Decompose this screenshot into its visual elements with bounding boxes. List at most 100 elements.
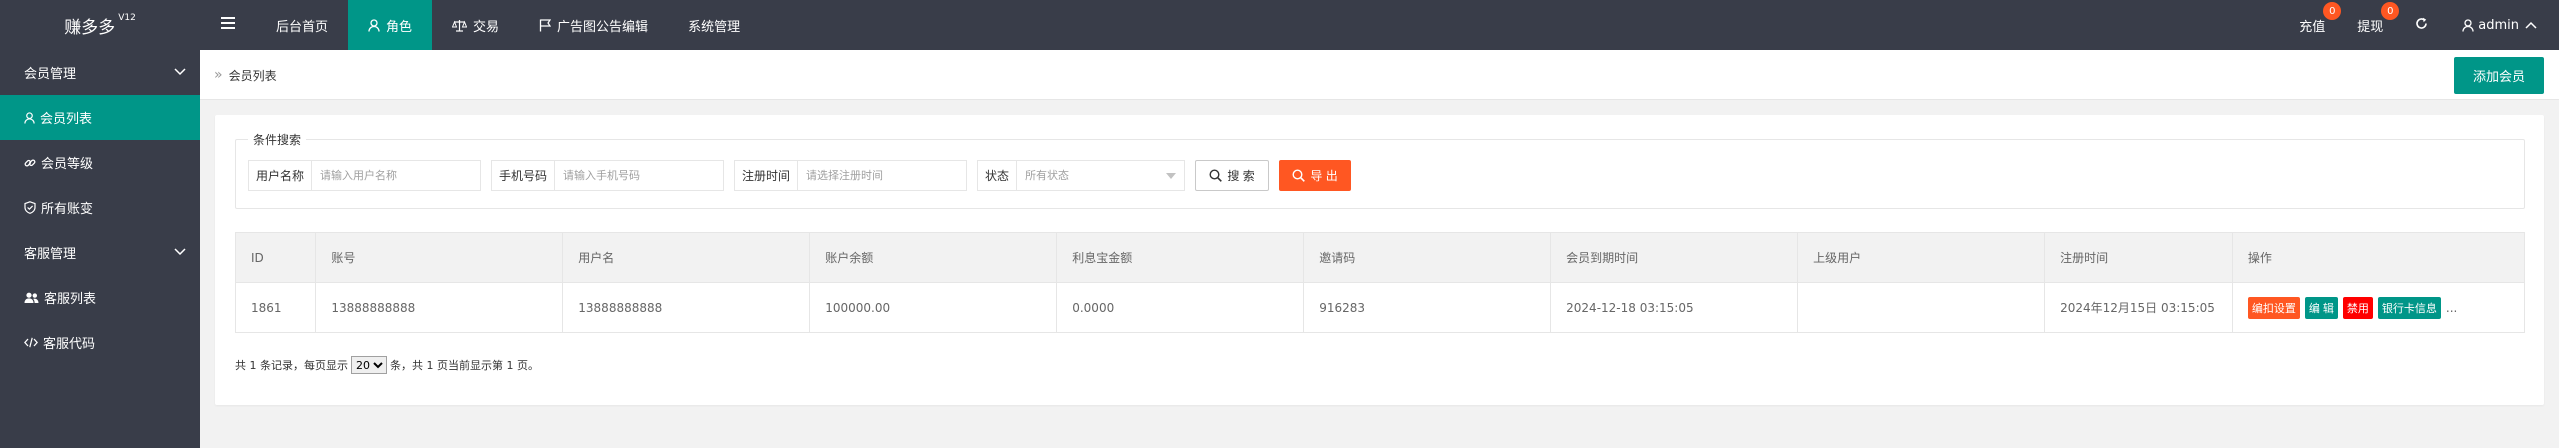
col-header-parent: 上级用户 xyxy=(1797,232,2046,283)
regtime-field: 注册时间 xyxy=(734,159,968,191)
logo[interactable]: 赚多多 V12 xyxy=(0,0,200,50)
member-table: ID 账号 用户名 账户余额 利息宝金额 邀请码 会员到期时间 上级用户 注册时… xyxy=(234,232,2526,333)
refresh-icon xyxy=(2415,17,2428,34)
link-icon xyxy=(24,157,36,169)
withdraw-link[interactable]: 提现 0 xyxy=(2341,0,2400,50)
col-header-actions: 操作 xyxy=(2231,232,2526,283)
search-button[interactable]: 搜 索 xyxy=(1195,159,1270,191)
scale-icon xyxy=(452,19,468,32)
more-actions[interactable]: ... xyxy=(2446,301,2457,315)
recharge-link[interactable]: 充值 0 xyxy=(2283,0,2342,50)
chevron-down-icon xyxy=(174,245,186,260)
cell-actions: 编扣设置 编 辑 禁用 银行卡信息 ... xyxy=(2231,282,2526,333)
username-field: 用户名称 xyxy=(248,159,482,191)
nav-item-role[interactable]: 角色 xyxy=(348,0,433,50)
sidebar: 会员管理 会员列表 会员等级 所有账变 客服管理 客服列表 客服代码 xyxy=(0,50,200,448)
breadcrumb: » 会员列表 xyxy=(214,50,277,100)
sidebar-group-label: 客服管理 xyxy=(24,247,77,262)
cell-account: 13888888888 xyxy=(315,282,564,333)
main-card: 条件搜索 用户名称 手机号码 注册时间 状态 所有状态 xyxy=(215,115,2544,405)
cell-id: 1861 xyxy=(234,282,317,333)
users-icon xyxy=(24,292,39,304)
double-chevron-right-icon: » xyxy=(214,67,223,83)
sidebar-item-label: 客服列表 xyxy=(44,292,97,307)
status-value: 所有状态 xyxy=(1025,169,1070,182)
export-button[interactable]: 导 出 xyxy=(1279,159,1352,191)
col-header-id: ID xyxy=(234,232,317,283)
disable-button[interactable]: 禁用 xyxy=(2342,296,2373,319)
logo-name: 赚多多 xyxy=(64,17,116,38)
status-select[interactable]: 所有状态 xyxy=(1017,161,1184,190)
nav-item-label: 角色 xyxy=(386,19,413,35)
col-header-account: 账号 xyxy=(315,232,564,283)
add-member-button[interactable]: 添加会员 xyxy=(2454,57,2544,94)
cell-username: 13888888888 xyxy=(562,282,811,333)
top-header: 赚多多 V12 后台首页 角色 交易 广告图公告编辑 系统管理 充值 0 提现 … xyxy=(0,0,2559,50)
status-field: 状态 所有状态 xyxy=(977,159,1186,191)
sidebar-group-members[interactable]: 会员管理 xyxy=(0,50,200,95)
sidebar-item-member-level[interactable]: 会员等级 xyxy=(0,140,200,185)
cell-parent xyxy=(1797,282,2046,333)
nav-item-ads[interactable]: 广告图公告编辑 xyxy=(519,0,668,50)
sidebar-group-label: 会员管理 xyxy=(24,67,77,82)
nav-item-trade[interactable]: 交易 xyxy=(432,0,519,50)
hamburger-icon xyxy=(221,17,235,33)
col-header-balance: 账户余额 xyxy=(809,232,1058,283)
phone-field: 手机号码 xyxy=(491,159,725,191)
sidebar-item-member-list[interactable]: 会员列表 xyxy=(0,95,200,140)
user-icon xyxy=(24,111,35,124)
table-header-row: ID 账号 用户名 账户余额 利息宝金额 邀请码 会员到期时间 上级用户 注册时… xyxy=(234,232,2526,283)
pagination-info: 共 1 条记录，每页显示 20 条，共 1 页当前显示第 1 页。 xyxy=(235,355,539,375)
nav-item-label: 系统管理 xyxy=(688,19,741,35)
breadcrumb-current[interactable]: 会员列表 xyxy=(229,67,277,84)
deduct-settings-button[interactable]: 编扣设置 xyxy=(2247,296,2300,319)
export-button-label: 导 出 xyxy=(1310,168,1338,183)
user-icon xyxy=(2462,18,2474,32)
recharge-label: 充值 xyxy=(2299,19,2326,35)
chevron-up-icon xyxy=(2525,21,2537,29)
search-icon xyxy=(1209,168,1223,182)
row-actions: 编扣设置 编 辑 禁用 银行卡信息 ... xyxy=(2247,296,2524,319)
shield-check-icon xyxy=(24,201,36,214)
admin-label: admin xyxy=(2478,17,2519,33)
refresh-button[interactable] xyxy=(2399,0,2444,50)
status-label: 状态 xyxy=(978,160,1018,190)
header-right: 充值 0 提现 0 admin xyxy=(2283,0,2559,50)
top-nav: 后台首页 角色 交易 广告图公告编辑 系统管理 xyxy=(200,0,760,50)
nav-item-system[interactable]: 系统管理 xyxy=(668,0,760,50)
nav-item-label: 交易 xyxy=(473,19,500,35)
sidebar-group-service[interactable]: 客服管理 xyxy=(0,230,200,275)
sidebar-item-all-changes[interactable]: 所有账变 xyxy=(0,185,200,230)
cell-balance: 100000.00 xyxy=(809,282,1058,333)
pager-prefix: 共 1 条记录，每页显示 xyxy=(235,359,348,372)
sidebar-item-service-list[interactable]: 客服列表 xyxy=(0,275,200,320)
admin-menu[interactable]: admin xyxy=(2444,0,2559,50)
sidebar-item-service-code[interactable]: 客服代码 xyxy=(0,320,200,365)
col-header-expire: 会员到期时间 xyxy=(1550,232,1799,283)
edit-button[interactable]: 编 辑 xyxy=(2304,296,2338,319)
sidebar-item-label: 会员等级 xyxy=(41,157,94,172)
menu-toggle-button[interactable] xyxy=(200,0,256,50)
recharge-badge: 0 xyxy=(2323,2,2342,20)
nav-item-label: 后台首页 xyxy=(276,19,329,35)
regtime-input[interactable] xyxy=(798,160,967,190)
sidebar-item-label: 客服代码 xyxy=(43,337,96,352)
nav-item-home[interactable]: 后台首页 xyxy=(256,0,348,50)
search-icon xyxy=(1292,168,1306,182)
sidebar-item-label: 所有账变 xyxy=(41,202,94,217)
page-size-select[interactable]: 20 xyxy=(351,356,387,374)
phone-label: 手机号码 xyxy=(492,160,556,190)
withdraw-label: 提现 xyxy=(2357,19,2384,35)
nav-item-label: 广告图公告编辑 xyxy=(557,19,649,35)
pager-suffix: 条，共 1 页当前显示第 1 页。 xyxy=(390,359,539,372)
search-fieldset: 条件搜索 用户名称 手机号码 注册时间 状态 所有状态 xyxy=(235,131,2525,209)
table-row: 1861 13888888888 13888888888 100000.00 0… xyxy=(234,282,2526,333)
cell-interest: 0.0000 xyxy=(1056,282,1305,333)
bank-card-button[interactable]: 银行卡信息 xyxy=(2377,296,2441,319)
search-button-label: 搜 索 xyxy=(1227,168,1255,183)
cell-regtime: 2024年12月15日 03:15:05 xyxy=(2044,282,2233,333)
content-topbar: » 会员列表 添加会员 xyxy=(200,50,2559,100)
phone-input[interactable] xyxy=(555,160,724,190)
col-header-interest: 利息宝金额 xyxy=(1056,232,1305,283)
username-input[interactable] xyxy=(312,160,481,190)
